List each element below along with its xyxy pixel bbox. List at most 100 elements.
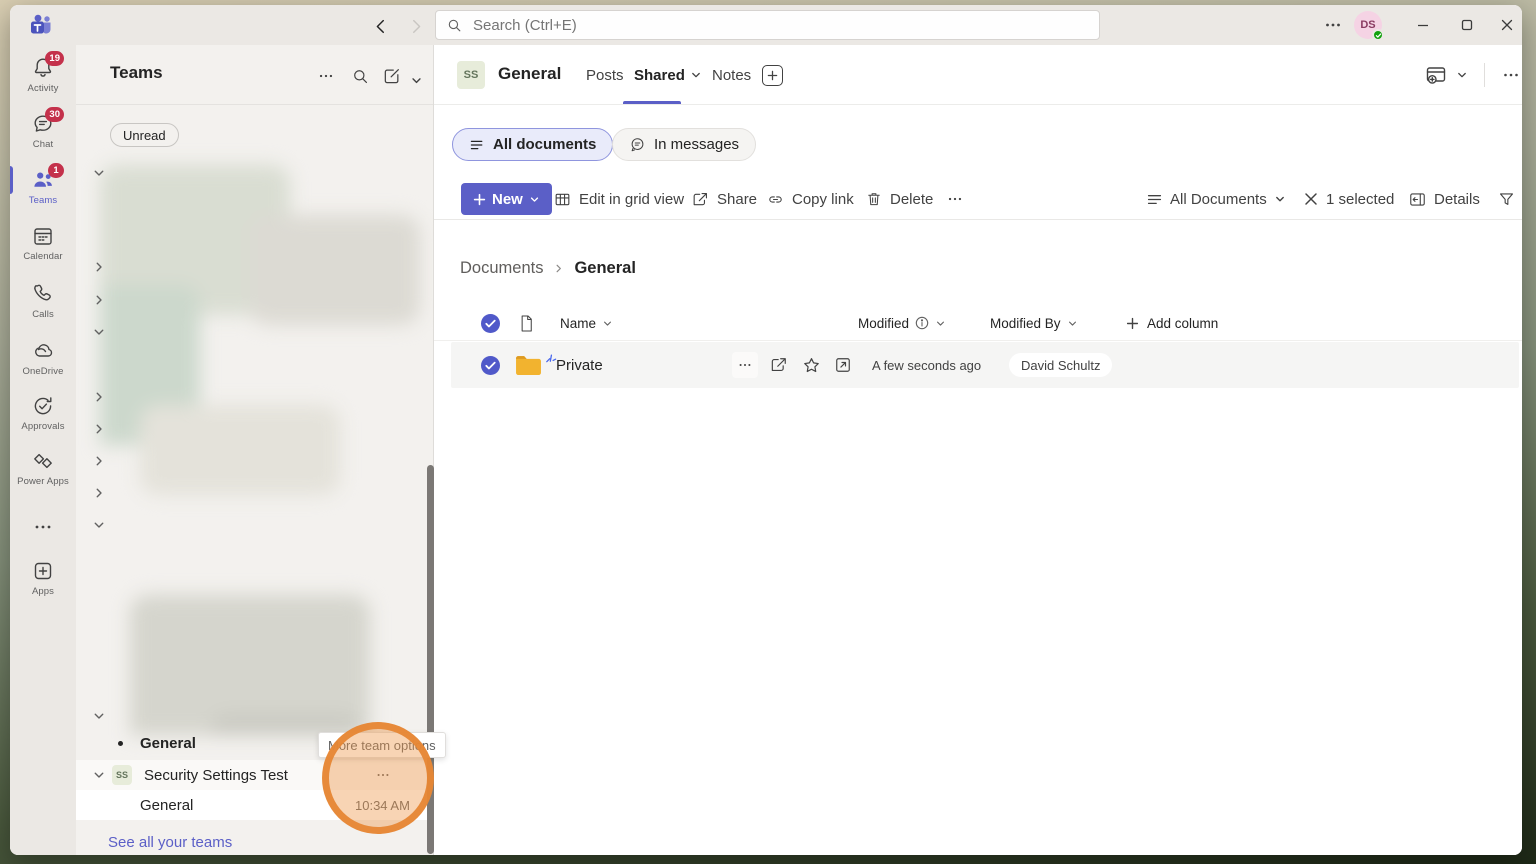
chevron-right-icon[interactable]: [92, 454, 106, 468]
rail-item-power-apps[interactable]: Power Apps: [10, 449, 76, 487]
details-button[interactable]: Details: [1408, 183, 1480, 215]
approvals-icon: [31, 394, 55, 418]
row-share-icon[interactable]: [769, 342, 789, 388]
file-type-column-icon[interactable]: [518, 305, 535, 341]
maximize-button[interactable]: [1452, 13, 1482, 37]
channel-label: General: [140, 734, 196, 752]
add-tab-button[interactable]: [762, 65, 783, 86]
share-button[interactable]: Share: [691, 183, 757, 215]
column-header-modified-by[interactable]: Modified By: [990, 305, 1078, 341]
tab-posts[interactable]: Posts: [586, 45, 624, 105]
rail-item-chat[interactable]: 30 Chat: [10, 107, 76, 150]
chevron-right-icon[interactable]: [92, 422, 106, 436]
add-column-button[interactable]: Add column: [1126, 305, 1218, 341]
delete-button[interactable]: Delete: [865, 183, 933, 215]
modified-by-person[interactable]: David Schultz: [1009, 353, 1113, 377]
compose-chevron-down-icon[interactable]: [404, 68, 428, 92]
toolbar-action-label: Share: [717, 190, 758, 208]
teams-options-icon[interactable]: [314, 64, 338, 88]
sidebar-title: Teams: [110, 63, 163, 82]
rail-item-approvals[interactable]: Approvals: [10, 394, 76, 432]
row-favorite-star-icon[interactable]: [801, 342, 822, 388]
toolbar-more-button[interactable]: [946, 183, 964, 215]
view-selector-dropdown[interactable]: All Documents: [1146, 183, 1286, 215]
filter-funnel-icon[interactable]: [1497, 183, 1516, 215]
search-icon: [446, 17, 463, 34]
message-bubble-icon: [629, 136, 646, 153]
modified-label: A few seconds ago: [872, 357, 982, 373]
person-name-label: David Schultz: [1021, 357, 1101, 373]
channel-more-options-icon[interactable]: [1501, 65, 1521, 85]
row-checkbox-selected[interactable]: [481, 342, 500, 388]
back-arrow-button[interactable]: [370, 15, 392, 37]
select-all-checkbox[interactable]: [481, 305, 500, 341]
forward-arrow-button[interactable]: [405, 15, 427, 37]
clear-selection-button[interactable]: 1 selected: [1303, 183, 1394, 215]
channel-meeting-icon[interactable]: [1424, 63, 1448, 87]
settings-more-icon[interactable]: [1323, 15, 1343, 35]
chevron-down-icon[interactable]: [92, 518, 106, 532]
close-button[interactable]: [1492, 13, 1522, 37]
chevron-right-icon[interactable]: [92, 260, 106, 274]
rail-item-apps[interactable]: Apps: [10, 559, 76, 597]
sidebar-scrollbar[interactable]: [427, 465, 434, 854]
power-apps-icon: [31, 449, 55, 473]
view-selector-label: All Documents: [1170, 190, 1267, 208]
search-input[interactable]: [473, 16, 1089, 34]
chevron-right-icon[interactable]: [92, 293, 106, 307]
toolbar-action-label: Copy link: [792, 190, 854, 208]
sidebar-search-icon[interactable]: [348, 64, 372, 88]
more-team-options-button[interactable]: [368, 760, 398, 790]
rail-label: Calendar: [23, 251, 63, 262]
compose-icon[interactable]: [380, 64, 404, 88]
column-header-name[interactable]: Name: [560, 305, 613, 341]
channel-item-general-selected[interactable]: General 10:34 AM: [76, 790, 428, 820]
column-header-modified[interactable]: Modified: [858, 305, 946, 341]
rail-item-onedrive[interactable]: OneDrive: [10, 339, 76, 377]
chevron-down-icon[interactable]: [1456, 69, 1468, 81]
file-row-private[interactable]: Private A few seconds ago David Schultz: [451, 342, 1519, 388]
filter-label: In messages: [654, 136, 740, 153]
rail-item-activity[interactable]: 19 Activity: [10, 51, 76, 94]
edit-in-grid-view-button[interactable]: Edit in grid view: [553, 183, 684, 215]
teams-app-logo-icon: [28, 12, 54, 38]
chevron-down-icon[interactable]: [92, 166, 106, 180]
chevron-down-icon[interactable]: [92, 709, 106, 723]
filter-in-messages[interactable]: In messages: [612, 128, 757, 161]
new-button[interactable]: New: [461, 183, 552, 215]
chevron-down-icon: [1068, 321, 1076, 326]
breadcrumb: Documents General: [460, 259, 636, 278]
tab-notes[interactable]: Notes: [712, 45, 751, 105]
rail-item-calendar[interactable]: Calendar: [10, 224, 76, 262]
channel-header: SS General Posts Shared Notes: [434, 45, 1522, 105]
chevron-right-icon[interactable]: [92, 486, 106, 500]
tab-shared[interactable]: Shared: [634, 45, 702, 105]
rail-item-calls[interactable]: Calls: [10, 282, 76, 320]
redacted-team-list: [100, 155, 426, 735]
folder-icon: [515, 342, 542, 388]
rail-item-teams[interactable]: 1 Teams: [10, 163, 76, 206]
modified-value: A few seconds ago: [872, 342, 981, 388]
unread-filter-pill[interactable]: Unread: [110, 123, 179, 147]
chevron-right-icon[interactable]: [92, 390, 106, 404]
global-search-bar[interactable]: [435, 10, 1100, 40]
file-name[interactable]: Private: [556, 342, 603, 388]
chevron-down-icon[interactable]: [92, 325, 106, 339]
filter-all-documents[interactable]: All documents: [452, 128, 614, 161]
minimize-button[interactable]: [1408, 13, 1438, 37]
row-more-actions-button[interactable]: [732, 352, 758, 378]
see-all-your-teams-link[interactable]: See all your teams: [108, 834, 232, 851]
channel-timestamp: 10:34 AM: [355, 797, 410, 813]
rail-label: Power Apps: [17, 476, 69, 487]
row-open-in-new-icon[interactable]: [833, 342, 853, 388]
chevron-down-icon[interactable]: [92, 768, 106, 782]
user-avatar[interactable]: DS: [1354, 11, 1384, 41]
breadcrumb-general[interactable]: General: [574, 259, 635, 278]
copy-link-button[interactable]: Copy link: [766, 183, 854, 215]
file-list-header: Name Modified Modified By Add column: [434, 305, 1522, 341]
rail-item-more-apps[interactable]: [10, 515, 76, 542]
cloud-icon: [31, 339, 55, 363]
file-name-label: Private: [556, 356, 603, 374]
breadcrumb-documents[interactable]: Documents: [460, 259, 543, 278]
team-item-security-settings-test[interactable]: SS Security Settings Test: [76, 760, 428, 790]
